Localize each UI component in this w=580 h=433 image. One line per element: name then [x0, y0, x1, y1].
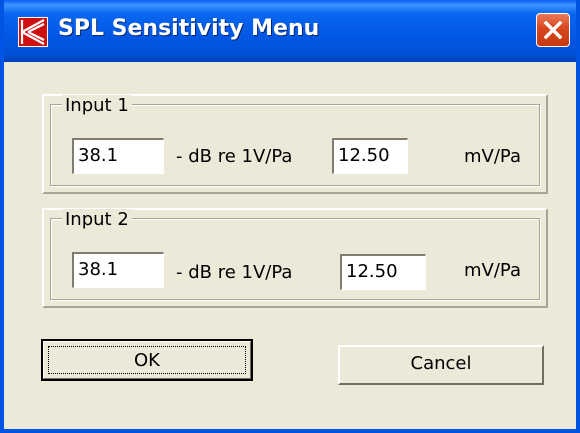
input-1-legend: Input 1 — [62, 95, 132, 117]
ok-button[interactable]: OK — [41, 339, 253, 381]
input-2-db-label: - dB re 1V/Pa — [176, 262, 293, 283]
input-1-db-field[interactable]: 38.1 — [72, 138, 164, 174]
input-2-mv-field[interactable]: 12.50 — [340, 254, 426, 290]
ok-button-label: OK — [48, 346, 246, 374]
input-1-group: Input 1 38.1 - dB re 1V/Pa 12.50 mV/Pa — [42, 94, 548, 194]
k-logo-icon — [18, 17, 48, 47]
spl-sensitivity-dialog: SPL Sensitivity Menu Input 1 38.1 - dB r… — [0, 0, 580, 433]
input-2-group: Input 2 38.1 - dB re 1V/Pa 12.50 mV/Pa — [42, 208, 548, 308]
close-button[interactable] — [536, 13, 570, 47]
title-bar[interactable]: SPL Sensitivity Menu — [4, 0, 576, 62]
input-1-db-label: - dB re 1V/Pa — [176, 146, 293, 167]
input-1-mv-field[interactable]: 12.50 — [332, 138, 408, 174]
window-title: SPL Sensitivity Menu — [58, 16, 320, 41]
cancel-button[interactable]: Cancel — [338, 345, 544, 385]
input-2-legend: Input 2 — [62, 209, 132, 231]
input-2-mv-label: mV/Pa — [464, 260, 521, 281]
input-2-db-field[interactable]: 38.1 — [72, 252, 164, 288]
input-1-mv-label: mV/Pa — [464, 146, 521, 167]
